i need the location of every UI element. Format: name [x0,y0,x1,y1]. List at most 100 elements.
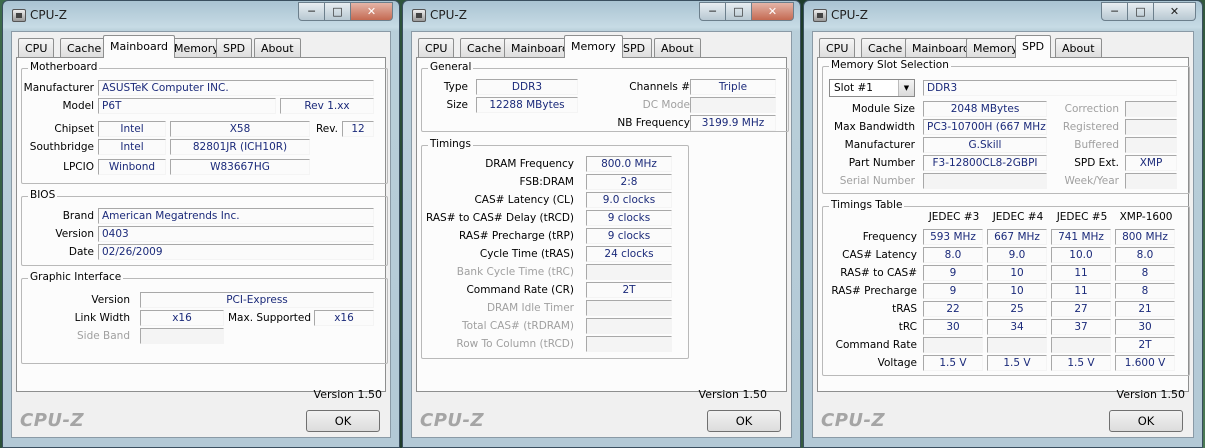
side-band-value [140,328,224,344]
timings-cell: 10 [987,283,1047,299]
tab-cpu[interactable]: CPU [819,38,856,57]
timings-row-label: Frequency [862,231,917,243]
bios-group: BIOS Brand American Megatrends Inc. Vers… [21,189,388,266]
tab-cache[interactable]: Cache [60,38,109,57]
chipset-vendor-value: Intel [98,121,166,137]
timings-cell: 30 [1115,319,1175,335]
southbridge-vendor-value: Intel [98,139,166,155]
timings-row-label: Command Rate [835,339,917,351]
timing-label: CAS# Latency (CL) [474,194,574,206]
group-title: Motherboard [28,61,100,73]
week-year-label: Week/Year [1064,175,1119,187]
window-title: CPU-Z [831,8,868,22]
timings-cell: 1.600 V [1115,355,1175,371]
channels-value: Triple [690,79,776,95]
minimize-button[interactable]: ─ [699,2,726,21]
close-icon: ✕ [366,5,377,18]
title-bar[interactable]: CPU-Z ─ □ ✕ [3,1,399,29]
model-label: Model [62,100,94,112]
bios-date-label: Date [68,246,94,258]
timings-cell: 9.0 [987,247,1047,263]
size-label: Size [446,99,468,111]
timing-value [586,300,672,316]
timings-cell: 1.5 V [987,355,1047,371]
timing-value: 2T [586,282,672,298]
motherboard-group: Motherboard Manufacturer ASUSTeK Compute… [21,61,388,184]
tab-about[interactable]: About [1055,38,1102,57]
week-year-value [1125,173,1177,189]
manufacturer-label: Manufacturer [844,139,915,151]
manufacturer-value: G.Skill [923,137,1047,153]
title-bar[interactable]: CPU-Z ─ □ ✕ [804,1,1202,29]
window-title: CPU-Z [430,8,467,22]
maximize-button[interactable]: □ [325,2,351,21]
channels-label: Channels # [629,81,690,93]
close-icon: ✕ [767,5,778,18]
memory-slot-selection-group: Memory Slot Selection Slot #1 ▼ DDR3 Modu… [822,59,1190,194]
tab-cpu[interactable]: CPU [18,38,55,57]
timings-cell: 34 [987,319,1047,335]
ok-button[interactable]: OK [1109,410,1183,432]
timings-cell [987,337,1047,353]
cpuz-app-icon [12,9,26,22]
tab-spd[interactable]: SPD [1015,35,1052,58]
group-title: Timings Table [829,199,905,211]
cpuz-brand-logo: CPU-Z [20,410,85,431]
tab-cache[interactable]: Cache [460,38,509,57]
minimize-icon: ─ [308,5,315,18]
ok-button[interactable]: OK [707,410,781,432]
southbridge-label: Southbridge [29,141,94,153]
tab-cpu[interactable]: CPU [418,38,455,57]
cpuz-app-icon [813,9,827,22]
slot-select-dropdown[interactable]: Slot #1 ▼ [829,79,915,97]
ok-button[interactable]: OK [306,410,380,432]
graphic-version-value: PCI-Express [140,292,374,308]
tab-mainboard[interactable]: Mainboard [103,35,176,58]
link-width-value: x16 [140,310,224,326]
timings-cell: 593 MHz [923,229,983,245]
close-button[interactable]: ✕ [752,2,794,21]
cpuz-app-icon [412,9,426,22]
maximize-button[interactable]: □ [1128,2,1154,21]
module-size-value: 2048 MBytes [923,101,1047,117]
model-value: P6T [98,98,276,114]
timing-label: Cycle Time (tRAS) [479,248,574,260]
timings-cell: 22 [923,301,983,317]
cpuz-window-memory: CPU-Z ─ □ ✕ CPU Cache Mainboard Memory S… [402,0,801,448]
minimize-button[interactable]: ─ [298,2,325,21]
timing-value: 800.0 MHz [586,156,672,172]
tab-spd[interactable]: SPD [216,38,253,57]
close-icon: ✕ [1169,5,1180,18]
registered-label: Registered [1062,121,1119,133]
max-supported-label: Max. Supported [228,312,312,324]
title-bar[interactable]: CPU-Z ─ □ ✕ [403,1,800,29]
maximize-icon: □ [332,5,343,18]
tab-cache[interactable]: Cache [861,38,910,57]
tab-memory[interactable]: Memory [564,35,623,58]
chipset-value: X58 [170,121,310,137]
timings-cell: 25 [987,301,1047,317]
timings-column-header: XMP-1600 [1119,211,1173,223]
window-client: CPU Cache Mainboard Memory SPD About Mot… [11,31,391,438]
timings-cell: 741 MHz [1051,229,1111,245]
timings-cell: 1.5 V [1051,355,1111,371]
tab-about[interactable]: About [254,38,301,57]
tab-about[interactable]: About [654,38,701,57]
close-button[interactable]: ✕ [351,2,393,21]
timing-label: Total CAS# (tRDRAM) [462,320,574,332]
cpuz-brand-logo: CPU-Z [821,410,886,431]
version-label: Version 1.50 [1116,388,1185,401]
close-button[interactable]: ✕ [1154,2,1196,21]
minimize-button[interactable]: ─ [1101,2,1128,21]
timings-column-header: JEDEC #3 [928,211,980,223]
timing-value: 9 clocks [586,210,672,226]
timings-cell: 30 [923,319,983,335]
maximize-button[interactable]: □ [726,2,752,21]
timing-value [586,264,672,280]
max-supported-value: x16 [314,310,374,326]
timings-cell: 8 [1115,283,1175,299]
timings-row-label: tRAS [892,303,917,315]
timings-cell: 21 [1115,301,1175,317]
timings-cell: 8 [1115,265,1175,281]
spd-ext-value: XMP [1125,155,1177,171]
